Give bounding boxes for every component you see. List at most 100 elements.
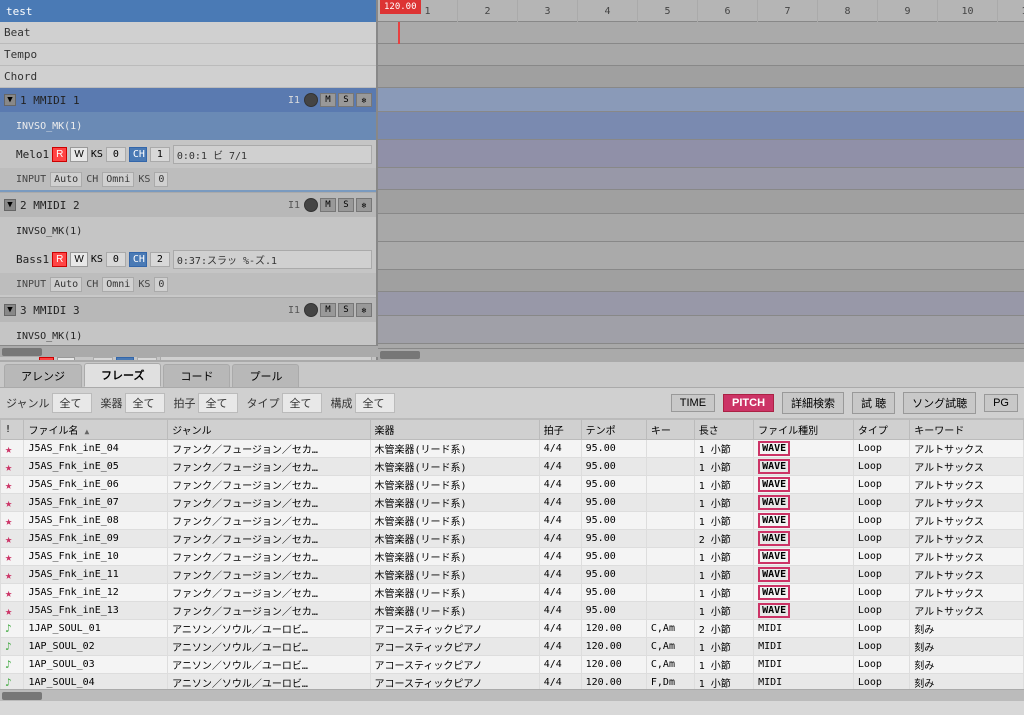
track-1-section: ▼ 1 MMIDI 1 I1 M S ❄ INVSO_MK(1) Melo1 R…: [0, 88, 376, 193]
track-1-ks-input-val[interactable]: 0: [154, 172, 168, 187]
table-row[interactable]: ★ J5AS_Fnk_inE_13 ファンク／フュージョン／セカ… 木管楽器(リ…: [1, 602, 1024, 620]
table-row[interactable]: ★ J5AS_Fnk_inE_09 ファンク／フュージョン／セカ… 木管楽器(リ…: [1, 530, 1024, 548]
time-filter-btn[interactable]: TIME: [671, 394, 715, 412]
track-2-ch-omni[interactable]: Omni: [102, 277, 134, 292]
track-3-solo-btn[interactable]: S: [338, 303, 354, 317]
track-2-solo-btn[interactable]: S: [338, 198, 354, 212]
cell-filename: 1AP_SOUL_02: [24, 638, 168, 656]
tab-pool[interactable]: プール: [232, 364, 299, 387]
track-2-mute-btn[interactable]: M: [320, 198, 336, 212]
instrument-filter-val[interactable]: 全て: [125, 393, 165, 413]
track-1-ch-num[interactable]: 1: [150, 147, 170, 162]
track-2-ks-val[interactable]: 0: [106, 252, 126, 267]
tab-phrase[interactable]: フレーズ: [84, 363, 161, 387]
track-2-input-auto[interactable]: Auto: [50, 277, 82, 292]
track-1-ch-omni[interactable]: Omni: [102, 172, 134, 187]
track-2-ch-num[interactable]: 2: [150, 252, 170, 267]
cell-beat: 4/4: [539, 458, 581, 476]
cell-genre: ファンク／フュージョン／セカ…: [168, 530, 370, 548]
table-row[interactable]: ♪ 1AP_SOUL_04 アニソン／ソウル／ユーロビ… アコースティックピアノ…: [1, 674, 1024, 690]
table-row[interactable]: ★ J5AS_Fnk_inE_06 ファンク／フュージョン／セカ… 木管楽器(リ…: [1, 476, 1024, 494]
tempo-track-row: Tempo: [0, 44, 376, 66]
th-tempo[interactable]: テンポ: [581, 420, 646, 440]
cell-instrument: 木管楽器(リード系): [370, 584, 539, 602]
track-2-w-btn[interactable]: W: [70, 252, 87, 267]
th-genre[interactable]: ジャンル: [168, 420, 370, 440]
track-2-r-btn[interactable]: R: [52, 252, 67, 267]
track-1-input-auto[interactable]: Auto: [50, 172, 82, 187]
track-2-freeze-btn[interactable]: ❄: [356, 198, 372, 212]
beat-filter-val[interactable]: 全て: [198, 393, 238, 413]
track-3-mute-btn[interactable]: M: [320, 303, 336, 317]
track-3-r-btn[interactable]: R: [39, 357, 54, 361]
track-3-expand[interactable]: ▼: [4, 304, 16, 316]
table-row[interactable]: ★ J5AS_Fnk_inE_04 ファンク／フュージョン／セカ… 木管楽器(リ…: [1, 440, 1024, 458]
track-list-hscroll-thumb[interactable]: [2, 348, 42, 356]
pg-btn[interactable]: PG: [984, 394, 1018, 412]
tab-chord[interactable]: コード: [163, 364, 230, 387]
cell-tempo: 95.00: [581, 494, 646, 512]
type-filter-val[interactable]: 全て: [282, 393, 322, 413]
cell-filetype: WAVE: [754, 458, 854, 476]
cell-icon: ♪: [1, 656, 24, 674]
track-3-record-btn[interactable]: [304, 303, 318, 317]
th-beat[interactable]: 拍子: [539, 420, 581, 440]
th-instrument[interactable]: 楽器: [370, 420, 539, 440]
th-filename[interactable]: ファイル名 ▲: [24, 420, 168, 440]
th-filetype[interactable]: ファイル種別: [754, 420, 854, 440]
pitch-filter-btn[interactable]: PITCH: [723, 394, 774, 412]
track-1-mute-btn[interactable]: M: [320, 93, 336, 107]
table-row[interactable]: ♪ 1JAP_SOUL_01 アニソン／ソウル／ユーロビ… アコースティックピア…: [1, 620, 1024, 638]
track-2-record-btn[interactable]: [304, 198, 318, 212]
bottom-hscroll[interactable]: [0, 689, 1024, 701]
table-row[interactable]: ★ J5AS_Fnk_inE_07 ファンク／フュージョン／セカ… 木管楽器(リ…: [1, 494, 1024, 512]
timeline-hscroll[interactable]: [378, 348, 1024, 360]
project-bar: test: [0, 0, 376, 22]
track-1-r-btn[interactable]: R: [52, 147, 67, 162]
project-name: test: [6, 5, 33, 18]
table-row[interactable]: ♪ 1AP_SOUL_03 アニソン／ソウル／ユーロビ… アコースティックピアノ…: [1, 656, 1024, 674]
th-type[interactable]: タイプ: [853, 420, 909, 440]
th-keyword[interactable]: キーワード: [910, 420, 1024, 440]
cell-filename: J5AS_Fnk_inE_07: [24, 494, 168, 512]
cell-length: 1 小節: [694, 656, 753, 674]
structure-filter-val[interactable]: 全て: [355, 393, 395, 413]
table-row[interactable]: ★ J5AS_Fnk_inE_12 ファンク／フュージョン／セカ… 木管楽器(リ…: [1, 584, 1024, 602]
song-audition-btn[interactable]: ソング試聴: [903, 392, 976, 414]
track-1-expand[interactable]: ▼: [4, 94, 16, 106]
table-row[interactable]: ★ J5AS_Fnk_inE_05 ファンク／フュージョン／セカ… 木管楽器(リ…: [1, 458, 1024, 476]
track-3-w-btn[interactable]: W: [57, 357, 74, 361]
file-table-container[interactable]: ! ファイル名 ▲ ジャンル 楽器 拍子 テンポ キー 長さ ファイル種別 タイ…: [0, 419, 1024, 689]
track-2-expand[interactable]: ▼: [4, 199, 16, 211]
table-row[interactable]: ★ J5AS_Fnk_inE_10 ファンク／フュージョン／セカ… 木管楽器(リ…: [1, 548, 1024, 566]
track-list-hscroll[interactable]: [0, 345, 378, 357]
table-row[interactable]: ♪ 1AP_SOUL_02 アニソン／ソウル／ユーロビ… アコースティックピアノ…: [1, 638, 1024, 656]
chord-track-label: Chord: [4, 70, 84, 83]
track-1-ks-val[interactable]: 0: [106, 147, 126, 162]
audition-btn[interactable]: 試 聴: [852, 392, 895, 414]
track-2-ks-label: KS: [91, 254, 103, 265]
bottom-hscroll-thumb[interactable]: [2, 692, 42, 700]
ruler-5: 5: [638, 0, 698, 22]
th-length[interactable]: 長さ: [694, 420, 753, 440]
th-flag[interactable]: !: [1, 420, 24, 440]
track-3-freeze-btn[interactable]: ❄: [356, 303, 372, 317]
cell-length: 1 小節: [694, 638, 753, 656]
cell-instrument: 木管楽器(リード系): [370, 458, 539, 476]
track-1-freeze-btn[interactable]: ❄: [356, 93, 372, 107]
genre-filter-val[interactable]: 全て: [52, 393, 92, 413]
timeline-hscroll-thumb[interactable]: [380, 351, 420, 359]
table-row[interactable]: ★ J5AS_Fnk_inE_08 ファンク／フュージョン／セカ… 木管楽器(リ…: [1, 512, 1024, 530]
track-3-ks-val[interactable]: 0: [93, 357, 113, 361]
tab-arrange[interactable]: アレンジ: [4, 364, 82, 387]
table-row[interactable]: ★ J5AS_Fnk_inE_11 ファンク／フュージョン／セカ… 木管楽器(リ…: [1, 566, 1024, 584]
th-key[interactable]: キー: [646, 420, 694, 440]
cell-instrument: 木管楽器(リード系): [370, 494, 539, 512]
track-3-ch-num[interactable]: 3: [137, 357, 157, 361]
track-1-record-btn[interactable]: [304, 93, 318, 107]
detail-search-btn[interactable]: 詳細検索: [782, 392, 844, 414]
track-1-w-btn[interactable]: W: [70, 147, 87, 162]
cell-length: 2 小節: [694, 620, 753, 638]
track-2-ks-input-val[interactable]: 0: [154, 277, 168, 292]
track-1-solo-btn[interactable]: S: [338, 93, 354, 107]
